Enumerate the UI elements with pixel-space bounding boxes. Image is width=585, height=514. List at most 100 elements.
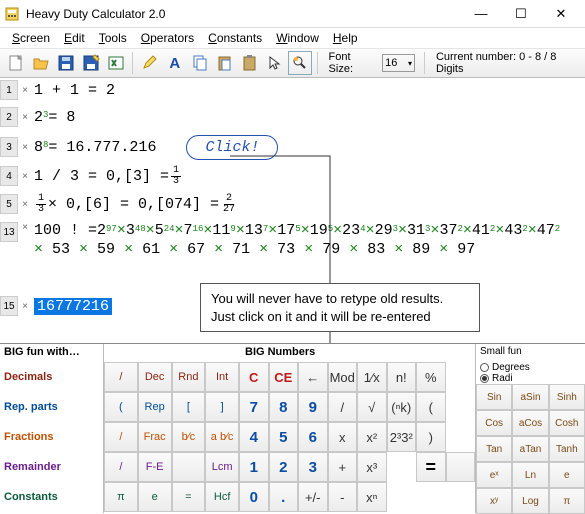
pad-button[interactable]: ← — [298, 362, 328, 392]
pad-button[interactable]: 8 — [269, 392, 299, 422]
line-num[interactable]: 4 — [0, 166, 18, 186]
mode-button[interactable]: F-E — [138, 452, 172, 482]
history-line[interactable]: 100 ! = 297 × 348 × 524 × 716 × 119 × 13… — [34, 222, 574, 258]
maximize-button[interactable]: ☐ — [501, 1, 541, 27]
pad-button[interactable]: xⁿ — [357, 482, 387, 512]
mode-button[interactable]: Frac — [138, 422, 172, 452]
cat-remainder[interactable]: Remainder — [0, 452, 103, 482]
edit-icon[interactable] — [138, 51, 161, 75]
new-icon[interactable] — [4, 51, 27, 75]
pad-button[interactable]: ( — [416, 392, 446, 422]
pad-button[interactable]: 1 — [239, 452, 269, 482]
pad-button[interactable]: 4 — [239, 422, 269, 452]
pad-button[interactable]: √ — [357, 392, 387, 422]
close-button[interactable]: ✕ — [541, 1, 581, 27]
trig-button[interactable]: e — [549, 462, 585, 488]
open-icon[interactable] — [29, 51, 52, 75]
menu-edit[interactable]: Edit — [58, 29, 91, 47]
trig-button[interactable]: π — [549, 488, 585, 514]
mode-button[interactable] — [172, 452, 206, 482]
pad-button[interactable]: C — [239, 362, 269, 392]
pad-button[interactable]: +/- — [298, 482, 328, 512]
line-num[interactable]: 3 — [0, 137, 18, 157]
history-line[interactable]: 1 + 1 = 2 — [34, 82, 115, 99]
pad-button[interactable]: (ⁿk) — [387, 392, 417, 422]
mode-button[interactable]: Lcm — [205, 452, 239, 482]
history-line[interactable]: 13 × 0,[6] = 0,[074] = 227 — [34, 194, 239, 215]
mode-button[interactable]: Hcf — [205, 482, 239, 512]
pad-button[interactable]: x — [328, 422, 358, 452]
trig-button[interactable]: Cos — [476, 410, 512, 436]
save-icon[interactable] — [54, 51, 77, 75]
mode-button[interactable]: a b∕c — [205, 422, 239, 452]
pad-button[interactable]: . — [269, 482, 299, 512]
trig-button[interactable]: Log — [512, 488, 548, 514]
history-line[interactable]: 16777216 — [34, 298, 112, 315]
excel-icon[interactable] — [104, 51, 127, 75]
trig-button[interactable]: Cosh — [549, 410, 585, 436]
minimize-button[interactable]: — — [461, 1, 501, 27]
mode-button[interactable]: [ — [172, 392, 206, 422]
paste-icon[interactable] — [213, 51, 236, 75]
pad-button[interactable]: 1∕x — [357, 362, 387, 392]
mode-button[interactable]: e — [138, 482, 172, 512]
font-icon[interactable]: A — [163, 51, 186, 75]
zoom-icon[interactable] — [288, 51, 311, 75]
trig-button[interactable]: aCos — [512, 410, 548, 436]
pad-button[interactable]: 6 — [298, 422, 328, 452]
menu-tools[interactable]: Tools — [93, 29, 133, 47]
pad-button[interactable]: / — [328, 392, 358, 422]
line-num[interactable]: 13 — [0, 222, 18, 242]
mode-button[interactable]: / — [104, 452, 138, 482]
pad-button[interactable]: 9 — [298, 392, 328, 422]
trig-button[interactable]: Tanh — [549, 436, 585, 462]
history-line[interactable]: 88 = 16.777.216Click! — [34, 135, 278, 160]
line-num[interactable]: 15 — [0, 296, 18, 316]
trig-button[interactable]: Sin — [476, 384, 512, 410]
pad-button[interactable]: CE — [269, 362, 299, 392]
equals-button[interactable]: = — [416, 452, 446, 482]
trig-button[interactable]: xʸ — [476, 488, 512, 514]
pad-button[interactable]: Mod — [328, 362, 358, 392]
mode-button[interactable]: π — [104, 482, 138, 512]
save-as-icon[interactable] — [79, 51, 102, 75]
pad-button[interactable]: 2 — [269, 452, 299, 482]
menu-operators[interactable]: Operators — [135, 29, 200, 47]
mode-button[interactable]: b∕c — [172, 422, 206, 452]
menu-window[interactable]: Window — [270, 29, 325, 47]
cat-rep[interactable]: Rep. parts — [0, 392, 103, 422]
mode-button[interactable]: / — [104, 362, 138, 392]
pad-button[interactable]: 5 — [269, 422, 299, 452]
menu-help[interactable]: Help — [327, 29, 364, 47]
trig-button[interactable]: eˣ — [476, 462, 512, 488]
cat-decimals[interactable]: Decimals — [0, 362, 103, 392]
trig-button[interactable]: Ln — [512, 462, 548, 488]
menu-screen[interactable]: Screen — [6, 29, 56, 47]
copy-icon[interactable] — [188, 51, 211, 75]
pad-button[interactable]: 0 — [239, 482, 269, 512]
pad-button[interactable]: 7 — [239, 392, 269, 422]
mode-button[interactable]: Rnd — [172, 362, 206, 392]
history-line[interactable]: 1 / 3 = 0,[3] = 13 — [34, 166, 183, 187]
cat-constants[interactable]: Constants — [0, 482, 103, 512]
history-line[interactable]: 23 = 8 — [34, 109, 75, 126]
pad-button[interactable]: 2³3² — [387, 422, 417, 452]
line-num[interactable]: 5 — [0, 194, 18, 214]
mode-button[interactable]: ( — [104, 392, 138, 422]
radians-radio[interactable]: Radi — [480, 373, 581, 384]
mode-button[interactable]: Int — [205, 362, 239, 392]
mode-button[interactable]: Rep — [138, 392, 172, 422]
pad-button[interactable]: 3 — [298, 452, 328, 482]
pad-button[interactable]: + — [328, 452, 358, 482]
degrees-radio[interactable]: Degrees — [480, 362, 581, 373]
mode-button[interactable]: Dec — [138, 362, 172, 392]
menu-constants[interactable]: Constants — [202, 29, 268, 47]
pointer-icon[interactable] — [263, 51, 286, 75]
pad-button[interactable]: n! — [387, 362, 417, 392]
trig-button[interactable]: Tan — [476, 436, 512, 462]
fontsize-select[interactable]: 16▾ — [382, 54, 415, 72]
cut-icon[interactable] — [238, 51, 261, 75]
mode-button[interactable]: = — [172, 482, 206, 512]
pad-button[interactable]: - — [328, 482, 358, 512]
pad-button[interactable]: x³ — [357, 452, 387, 482]
